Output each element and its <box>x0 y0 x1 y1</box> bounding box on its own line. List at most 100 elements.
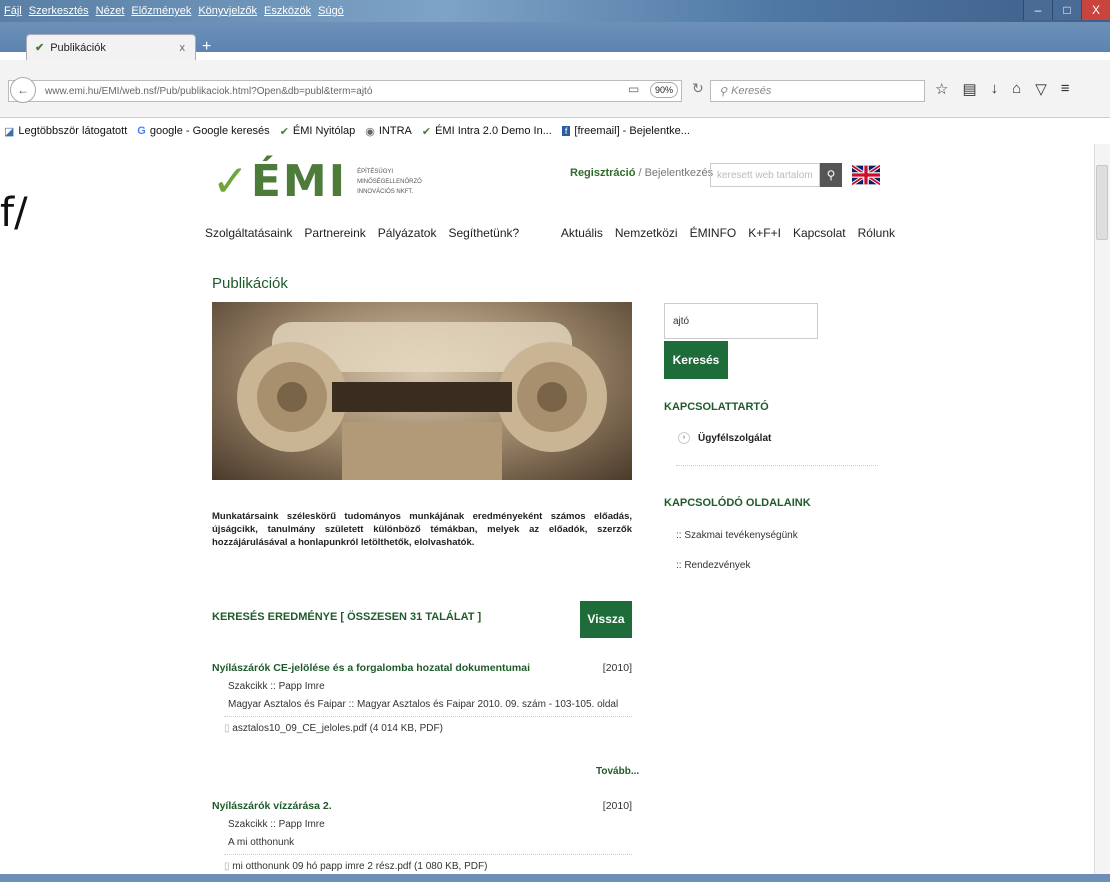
menu-bar: Fájl Szerkesztés Nézet Előzmények Könyvj… <box>0 0 344 22</box>
related-link-events[interactable]: :: Rendezvények <box>676 560 751 571</box>
menu-tools[interactable]: Eszközök <box>264 5 311 17</box>
register-link[interactable]: Regisztráció <box>570 167 635 179</box>
browser-search-input[interactable]: ⚲ Keresés <box>710 80 925 102</box>
menu-bookmarks[interactable]: Könyvjelzők <box>198 5 257 17</box>
result-title-link[interactable]: Nyílászárók vízzárása 2. <box>212 800 332 812</box>
tab-publikaciok[interactable]: ✔ Publikációk x <box>26 34 196 60</box>
logo-mark: ✓ÉMI <box>212 156 348 207</box>
customer-service-label: Ügyfélszolgálat <box>698 432 772 444</box>
uk-flag-icon[interactable] <box>852 164 880 186</box>
menu-edit[interactable]: Szerkesztés <box>29 5 89 17</box>
bookmark-freemail[interactable]: f [freemail] - Bejelentke... <box>561 125 690 137</box>
result-file-link[interactable]: ▯ asztalos10_09_CE_jeloles.pdf (4 014 KB… <box>212 723 632 734</box>
logo-text: ÉPÍTÉSÜGYI MINŐSÉGELLENŐRZŐ INNOVÁCIÓS N… <box>357 169 422 195</box>
results-header: KERESÉS EREDMÉNYE [ ÖSSZESEN 31 TALÁLAT … <box>212 611 482 623</box>
bookmark-google[interactable]: Ggoogle - Google keresés <box>137 125 269 137</box>
emi-favicon-icon: ✔ <box>35 42 45 54</box>
result-author: Szakcikk :: Papp Imre <box>228 819 325 830</box>
result-author: Szakcikk :: Papp Imre <box>228 681 325 692</box>
most-visited-icon: ◪ <box>4 125 15 138</box>
related-link-activities[interactable]: :: Szakmai tevékenységünk <box>676 530 798 541</box>
zoom-indicator[interactable]: 90% <box>650 82 678 98</box>
hero-image-ionic-capital <box>212 302 632 480</box>
menu-view[interactable]: Nézet <box>96 5 125 17</box>
result-source: A mi otthonunk <box>228 837 295 848</box>
nav-eminfo[interactable]: ÉMINFO <box>690 226 737 240</box>
bookmark-star-icon[interactable]: ☆ <box>935 80 948 98</box>
login-link[interactable]: Bejelentkezés <box>645 167 714 179</box>
nav-tenders[interactable]: Pályázatok <box>378 226 437 240</box>
menu-history[interactable]: Előzmények <box>131 5 191 17</box>
new-tab-button[interactable]: + <box>202 38 211 56</box>
reload-icon[interactable]: ↻ <box>692 80 704 97</box>
nav-rdi[interactable]: K+F+I <box>748 226 781 240</box>
page-content <box>0 144 1094 874</box>
url-bar[interactable]: www.emi.hu/EMI/web.nsf/Pub/publikaciok.h… <box>8 80 682 102</box>
bookmark-most-visited[interactable]: ◪ Legtöbbször látogatott <box>4 125 127 138</box>
overlapping-text-fragment: f/ <box>0 190 28 236</box>
bookmark-emi-home[interactable]: ✔ ÉMI Nyitólap <box>280 125 356 138</box>
result-item: Nyílászárók vízzárása 2. [2010] Szakcikk … <box>212 800 632 872</box>
nav-help[interactable]: Segíthetünk? <box>448 226 519 240</box>
result-item: Nyílászárók CE-jelölése és a forgalomba … <box>212 662 632 734</box>
toolbar-icons: ☆ ▤ ↓ ⌂ ▽ ≡ <box>935 80 1070 98</box>
scrollbar[interactable] <box>1094 144 1110 874</box>
maximize-button[interactable]: □ <box>1052 0 1081 20</box>
nav-about[interactable]: Rólunk <box>858 226 895 240</box>
hamburger-menu-icon[interactable]: ≡ <box>1061 80 1070 98</box>
globe-icon: ◉ <box>365 125 375 138</box>
freemail-icon: f <box>561 126 571 136</box>
divider <box>676 465 878 466</box>
site-search-input[interactable]: keresett web tartalom <box>710 163 820 187</box>
back-results-button[interactable]: Vissza <box>580 601 632 638</box>
bullet-icon: › <box>678 432 690 444</box>
search-icon: ⚲ <box>719 85 728 98</box>
tab-close-icon[interactable]: x <box>180 42 186 54</box>
bookmark-emi-intra[interactable]: ✔ ÉMI Intra 2.0 Demo In... <box>422 125 552 138</box>
result-file-link[interactable]: ▯ mi otthonunk 09 hó papp imre 2 rész.pd… <box>212 861 632 872</box>
page-title: Publikációk <box>212 275 288 292</box>
taskbar-strip <box>0 874 1110 882</box>
site-logo[interactable]: ✓ÉMI ÉPÍTÉSÜGYI MINŐSÉGELLENŐRZŐ INNOVÁC… <box>212 160 422 204</box>
result-year: [2010] <box>602 800 632 812</box>
tab-title: Publikációk <box>50 41 106 54</box>
reader-view-icon[interactable]: ▭ <box>628 82 639 96</box>
sidebar-search-button[interactable]: Keresés <box>664 341 728 379</box>
site-search-button[interactable]: ⚲ <box>820 163 842 187</box>
nav-news[interactable]: Aktuális <box>561 226 603 240</box>
contact-heading: KAPCSOLATTARTÓ <box>664 401 769 413</box>
divider <box>224 716 632 717</box>
main-navigation: Szolgáltatásaink Partnereink Pályázatok … <box>205 226 895 240</box>
window-controls: – □ X <box>1023 0 1110 20</box>
divider <box>224 854 632 855</box>
nav-partners[interactable]: Partnereink <box>304 226 365 240</box>
customer-service-link[interactable]: › Ügyfélszolgálat <box>678 432 771 444</box>
result-title-link[interactable]: Nyílászárók CE-jelölése és a forgalomba … <box>212 662 530 674</box>
bookmarks-bar: ◪ Legtöbbször látogatott Ggoogle - Google… <box>0 120 1100 142</box>
bookmark-intra[interactable]: ◉ INTRA <box>365 125 412 138</box>
emi-icon: ✔ <box>279 125 289 138</box>
nav-international[interactable]: Nemzetközi <box>615 226 678 240</box>
back-button[interactable]: ← <box>10 77 36 103</box>
sidebar-search-input[interactable]: ajtó <box>664 303 818 339</box>
pocket-icon[interactable]: ▽ <box>1035 80 1047 98</box>
nav-services[interactable]: Szolgáltatásaink <box>205 226 292 240</box>
google-icon: G <box>137 125 146 137</box>
downloads-icon[interactable]: ↓ <box>991 80 999 98</box>
close-window-button[interactable]: X <box>1081 0 1110 20</box>
emi-icon: ✔ <box>421 125 432 138</box>
nav-contact[interactable]: Kapcsolat <box>793 226 846 240</box>
home-icon[interactable]: ⌂ <box>1012 80 1021 98</box>
result-year: [2010] <box>602 662 632 674</box>
result-source: Magyar Asztalos és Faipar :: Magyar Aszt… <box>228 699 619 710</box>
browser-search-placeholder: Keresés <box>731 85 772 97</box>
more-link[interactable]: Tovább... <box>596 766 639 777</box>
menu-file[interactable]: Fájl <box>4 5 22 17</box>
menu-help[interactable]: Súgó <box>318 5 344 17</box>
minimize-button[interactable]: – <box>1023 0 1052 20</box>
scrollbar-thumb[interactable] <box>1096 165 1108 240</box>
related-pages-heading: KAPCSOLÓDÓ OLDALAINK <box>664 497 811 509</box>
intro-text: Munkatársaink széleskörű tudományos munk… <box>212 511 632 548</box>
auth-separator: / <box>635 167 645 179</box>
bookmarks-list-icon[interactable]: ▤ <box>962 80 976 98</box>
